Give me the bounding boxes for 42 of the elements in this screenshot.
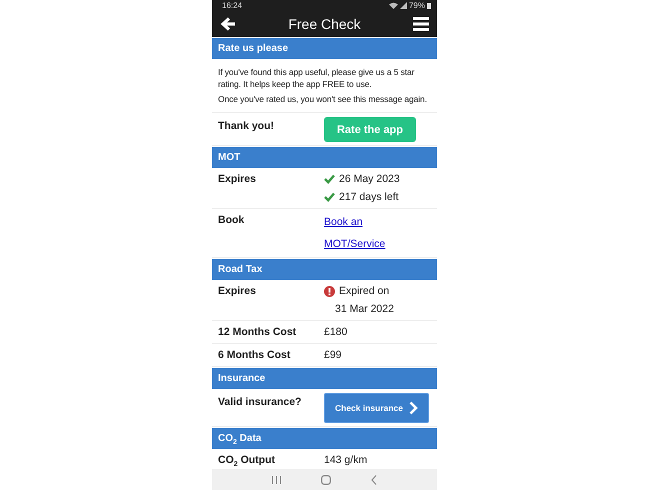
value-text: 143 g/km — [324, 453, 368, 468]
check-icon — [324, 174, 335, 184]
section-header: Insurance — [212, 368, 437, 389]
value-text: 31 Mar 2022 — [335, 302, 394, 317]
booking-link[interactable]: Book an — [324, 211, 363, 233]
signal-icon — [400, 2, 407, 9]
row-label: Valid insurance? — [218, 395, 302, 410]
message-text: Once you've rated us, you won't see this message again. — [218, 93, 428, 105]
value-text: 26 May 2023 — [339, 172, 400, 187]
row-label: Book — [218, 213, 246, 228]
menu-button[interactable] — [412, 17, 429, 31]
screen-title: Free Check — [288, 16, 361, 32]
row-label: Expires — [218, 172, 257, 187]
clock-time: 16:24 — [222, 1, 242, 10]
wifi-icon — [388, 2, 398, 9]
recent-apps-icon — [272, 476, 281, 484]
value-text: £99 — [324, 348, 342, 363]
message-text: If you've found this app useful, please give us a 5 star rating. It helps keep the app FREE to use. — [218, 66, 416, 90]
back-icon — [371, 474, 377, 484]
row-label: 6 Months Cost — [218, 348, 292, 363]
menu-icon — [412, 17, 429, 31]
row-label: Expires — [218, 284, 257, 299]
section-header: Rate us please — [212, 38, 437, 59]
section-header: CO$_{2}$ Data — [212, 428, 437, 449]
chevron-right-icon — [409, 401, 418, 415]
section-header: MOT — [212, 147, 437, 168]
section-header: Road Tax — [212, 259, 437, 280]
value-text: Expired on — [339, 284, 390, 299]
back-arrow-icon — [220, 17, 236, 31]
row-label: Thank you! — [218, 119, 276, 134]
booking-link[interactable]: MOT/Service — [324, 233, 386, 255]
back-button[interactable] — [220, 17, 236, 31]
home-icon — [321, 474, 331, 484]
row-label: CO$_{2}$ Output — [218, 453, 276, 469]
check-icon — [324, 192, 335, 202]
value-text: 217 days left — [339, 190, 399, 205]
value-text: £180 — [324, 325, 348, 340]
alert-icon — [324, 286, 335, 296]
battery-level: 79% — [408, 1, 425, 10]
row-label: 12 Months Cost — [218, 325, 298, 340]
battery-icon — [427, 2, 431, 9]
check-insurance-button[interactable]: Check insurance — [324, 393, 429, 423]
